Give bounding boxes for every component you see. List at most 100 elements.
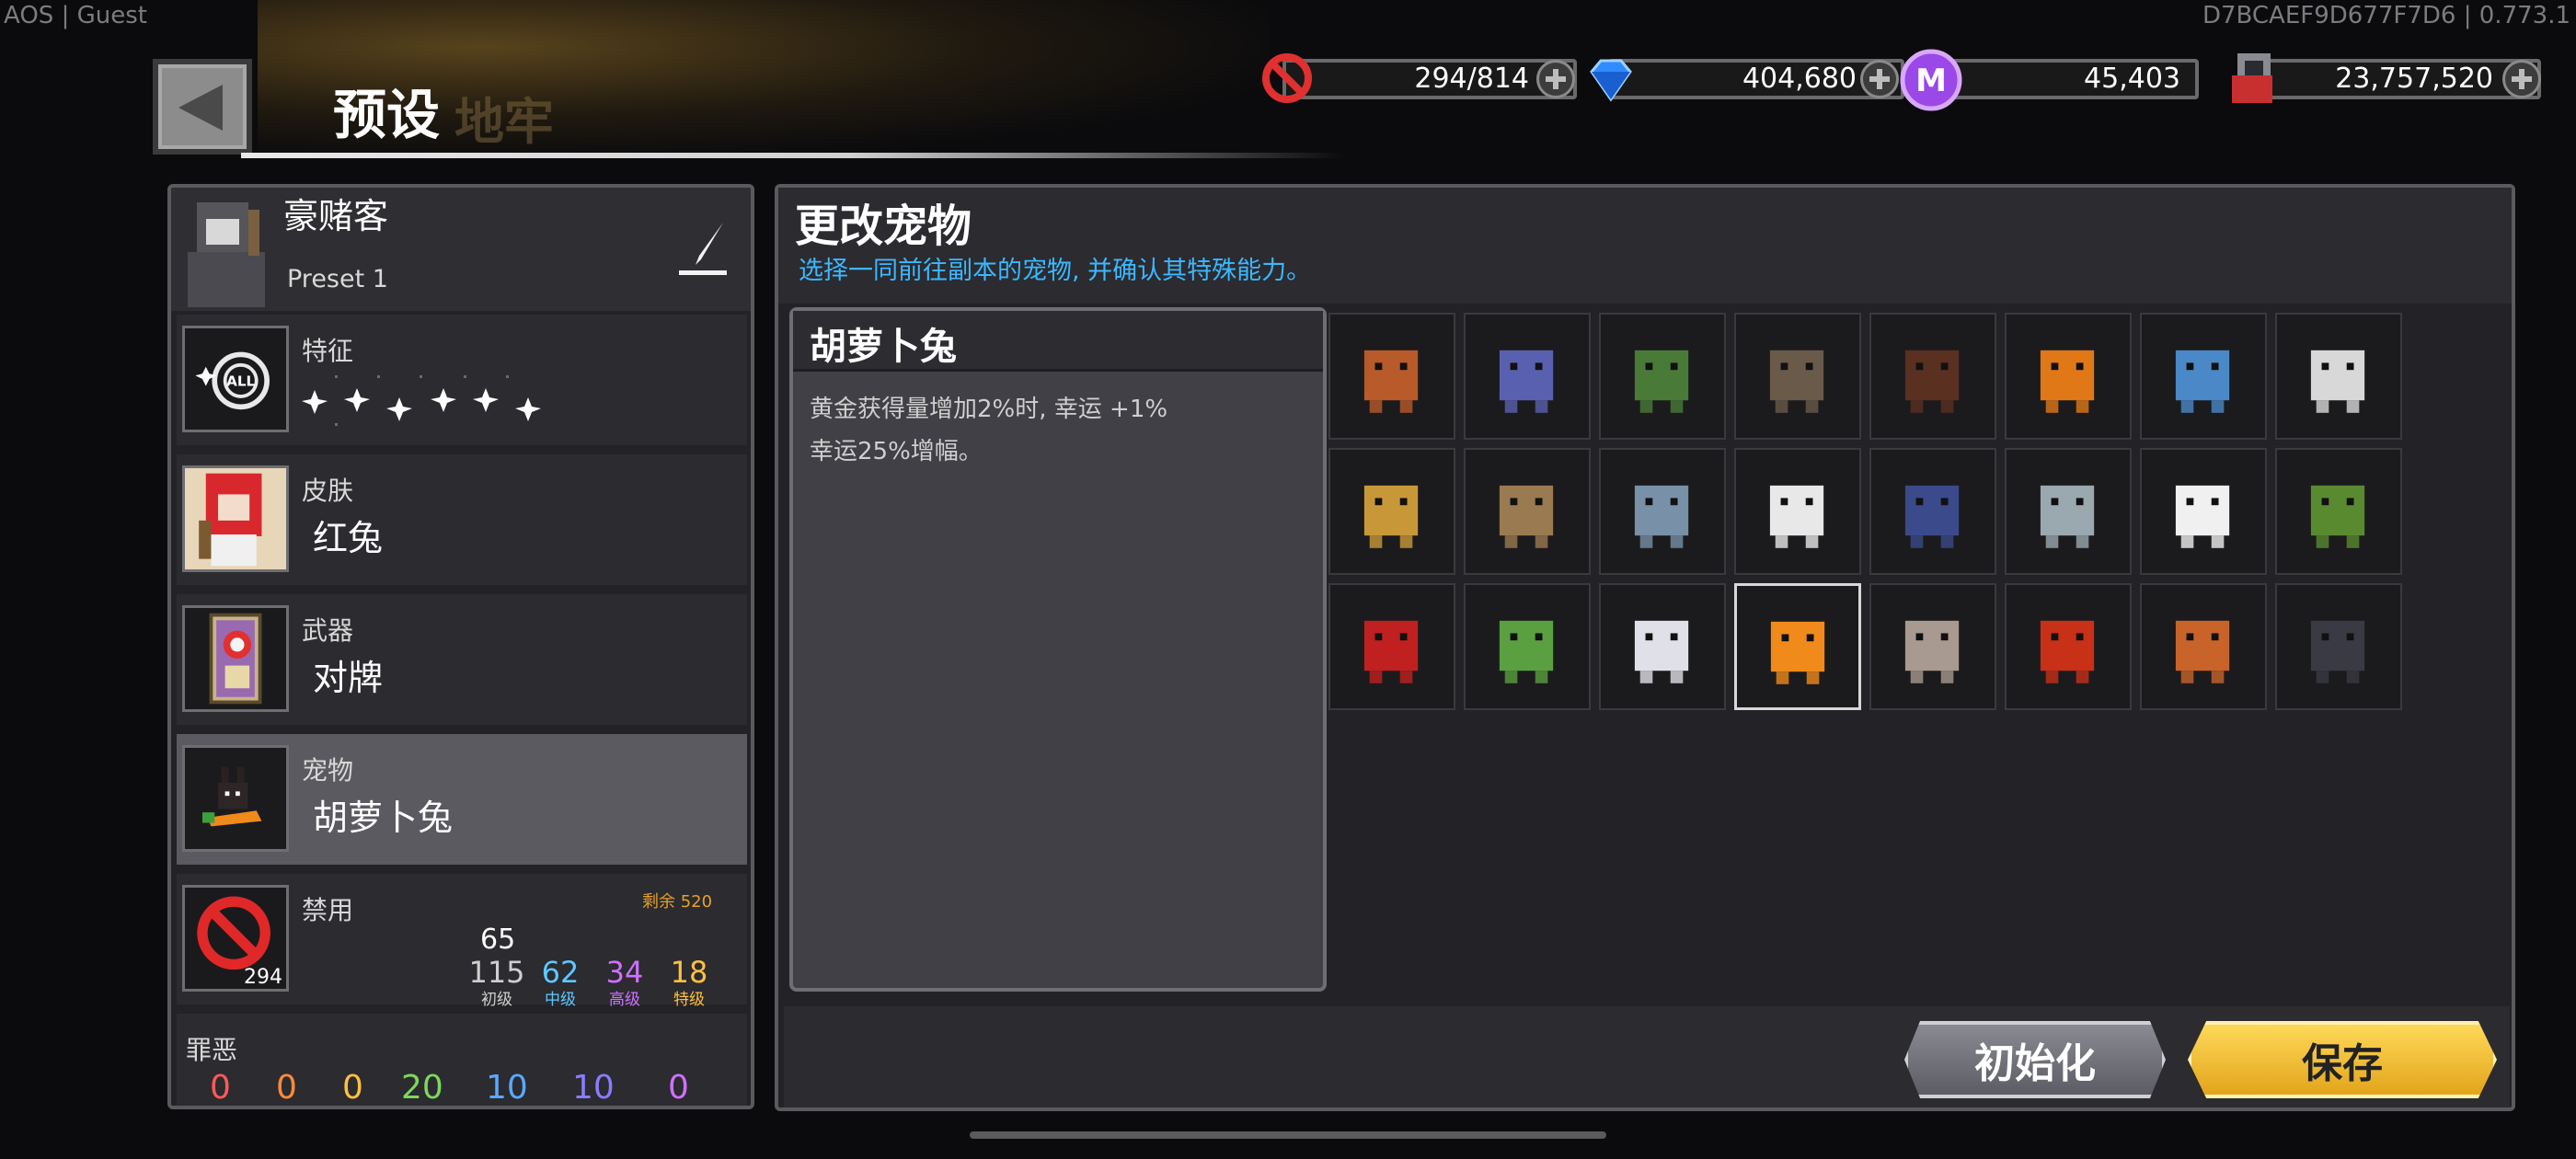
back-button[interactable]	[153, 59, 252, 155]
tier-high-label: 高级	[609, 991, 640, 1009]
sheriff-star-icon	[1363, 485, 1419, 548]
pet-slot-sleeping-seal[interactable]	[2005, 448, 2132, 575]
ban-row[interactable]: 294 禁用 剩余 520 65 115 初级 62 中级 34 高级 18 特…	[177, 874, 747, 1009]
pet-slot-white-fox[interactable]	[2275, 313, 2402, 440]
reset-button[interactable]: 初始化	[1904, 1021, 2166, 1098]
blue-dragon-icon	[1904, 485, 1960, 548]
ban-icon	[1262, 53, 1312, 103]
sin-value: 20	[401, 1069, 443, 1107]
pet-detail-header: 胡萝卜兔	[793, 311, 1323, 372]
ban-label: 禁用	[302, 895, 354, 925]
tier-special-label: 特级	[673, 991, 705, 1009]
white-fox-icon	[2310, 350, 2365, 413]
add-diamond-button[interactable]	[1860, 60, 1899, 98]
sin-row[interactable]: 罪恶 0 0 0 20 10 10 0	[177, 1014, 747, 1107]
trait-label: 特征	[302, 336, 354, 366]
sin-value: 0	[668, 1069, 689, 1107]
pet-slot-eagle[interactable]	[1464, 448, 1591, 575]
pumpkin-icon	[2040, 350, 2095, 413]
sin-value: 10	[486, 1069, 528, 1107]
ban-total: 65	[480, 924, 516, 956]
pet-slot-goblin-pumpkin[interactable]	[2275, 448, 2402, 575]
home-indicator	[970, 1131, 1606, 1139]
title-underline	[241, 153, 1345, 158]
diver-icon	[2175, 350, 2230, 413]
preset-name: Preset 1	[287, 265, 388, 293]
snail-icon	[1499, 620, 1554, 683]
trait-row[interactable]: ALL 特征	[177, 315, 747, 445]
red-serpent-icon	[2040, 620, 2095, 683]
pet-grid	[1328, 313, 2506, 727]
skin-value: 红兔	[313, 518, 384, 558]
pet-slot-shark[interactable]	[1599, 448, 1726, 575]
pet-slot-carrot-rabbit[interactable]	[1734, 583, 1861, 710]
trait-thumb: ALL	[182, 326, 289, 432]
preset-panel: 豪赌客 Preset 1 ALL 特征 皮肤 红兔 武器 对牌 宠物 胡萝卜兔 …	[167, 184, 754, 1109]
tier-basic-count: 115	[468, 955, 525, 990]
sleeping-seal-icon	[2040, 485, 2095, 548]
pet-slot-shadow-bat[interactable]	[2275, 583, 2402, 710]
skin-label: 皮肤	[302, 476, 354, 506]
system-info: AOS | Guest	[4, 2, 147, 29]
game-screen: AOS | Guest D7BCAEF9D677F7D6 | 0.773.1 地…	[0, 0, 2576, 1159]
pet-slot-snail[interactable]	[1464, 583, 1591, 710]
pet-slot-santa-cat[interactable]	[1734, 448, 1861, 575]
add-ban-button[interactable]	[1536, 60, 1575, 98]
sin-value: 0	[210, 1069, 231, 1107]
preset-header[interactable]: 豪赌客 Preset 1	[171, 188, 751, 311]
pet-slot-diver[interactable]	[2140, 313, 2267, 440]
tier-mid-count: 62	[541, 955, 580, 990]
pet-slot-pumpkin[interactable]	[2005, 313, 2132, 440]
shark-icon	[1634, 485, 1689, 548]
ban-thumb: 294	[182, 885, 289, 992]
pet-slot-sheriff-star[interactable]	[1328, 448, 1455, 575]
pet-slot-treasure-chest[interactable]	[1869, 313, 1996, 440]
pet-slot-squirrel[interactable]	[1328, 313, 1455, 440]
ghost-cat-icon	[1904, 620, 1960, 683]
svg-text:M: M	[1915, 63, 1947, 99]
pet-panel-header: 更改宠物 选择一同前往副本的宠物, 并确认其特殊能力。	[778, 188, 2512, 304]
m-coin-counter: 45,403	[1928, 59, 2199, 99]
tier-basic-label: 初级	[481, 991, 512, 1009]
tier-high-count: 34	[605, 955, 644, 990]
ban-badge: 294	[244, 966, 282, 989]
hooded-wizard-icon	[1499, 350, 1554, 413]
pet-slot-blue-dragon[interactable]	[1869, 448, 1996, 575]
pet-slot-hermit-crab[interactable]	[2140, 583, 2267, 710]
pet-slot-ghost-cat[interactable]	[1869, 583, 1996, 710]
save-button[interactable]: 保存	[2188, 1021, 2497, 1098]
pet-thumb	[182, 745, 289, 852]
skin-row[interactable]: 皮肤 红兔	[177, 454, 747, 585]
carrot-rabbit-icon	[201, 766, 262, 827]
pet-panel-title: 更改宠物	[795, 201, 972, 252]
coin-counter: 23,757,520	[2256, 59, 2541, 99]
pet-detail-desc-1: 黄金获得量增加2%时, 幸运 +1%	[810, 396, 1168, 423]
pet-slot-red-serpent[interactable]	[2005, 583, 2132, 710]
pet-slot-mandrake[interactable]	[1599, 313, 1726, 440]
pet-slot-white-fairy[interactable]	[1599, 583, 1726, 710]
edit-quill-icon[interactable]	[675, 219, 730, 280]
diamond-icon	[1590, 59, 1632, 102]
tier-mid-label: 中级	[545, 991, 576, 1009]
add-coin-button[interactable]	[2502, 60, 2541, 98]
pet-row[interactable]: 宠物 胡萝卜兔	[177, 734, 747, 865]
red-rabbit-skin-icon	[185, 468, 286, 569]
pet-slot-hooded-wizard[interactable]	[1464, 313, 1591, 440]
stone-golem-icon	[1769, 350, 1824, 413]
m-coin-icon: M	[1900, 49, 1962, 111]
ban-counter: 294/814	[1282, 59, 1577, 99]
pet-value: 胡萝卜兔	[313, 798, 454, 838]
pet-slot-snowman[interactable]	[2140, 448, 2267, 575]
gambler-portrait	[188, 202, 265, 307]
ghost-title: 地牢	[454, 93, 554, 151]
hermit-crab-icon	[2175, 620, 2230, 683]
sin-value: 0	[276, 1069, 297, 1107]
skin-thumb	[182, 465, 289, 572]
pet-slot-reaper[interactable]	[1328, 583, 1455, 710]
svg-text:ALL: ALL	[226, 373, 255, 390]
weapon-row[interactable]: 武器 对牌	[177, 594, 747, 725]
white-fairy-icon	[1634, 620, 1689, 683]
weapon-label: 武器	[302, 615, 354, 646]
pet-slot-stone-golem[interactable]	[1734, 313, 1861, 440]
carrot-rabbit-icon	[1770, 621, 1825, 684]
